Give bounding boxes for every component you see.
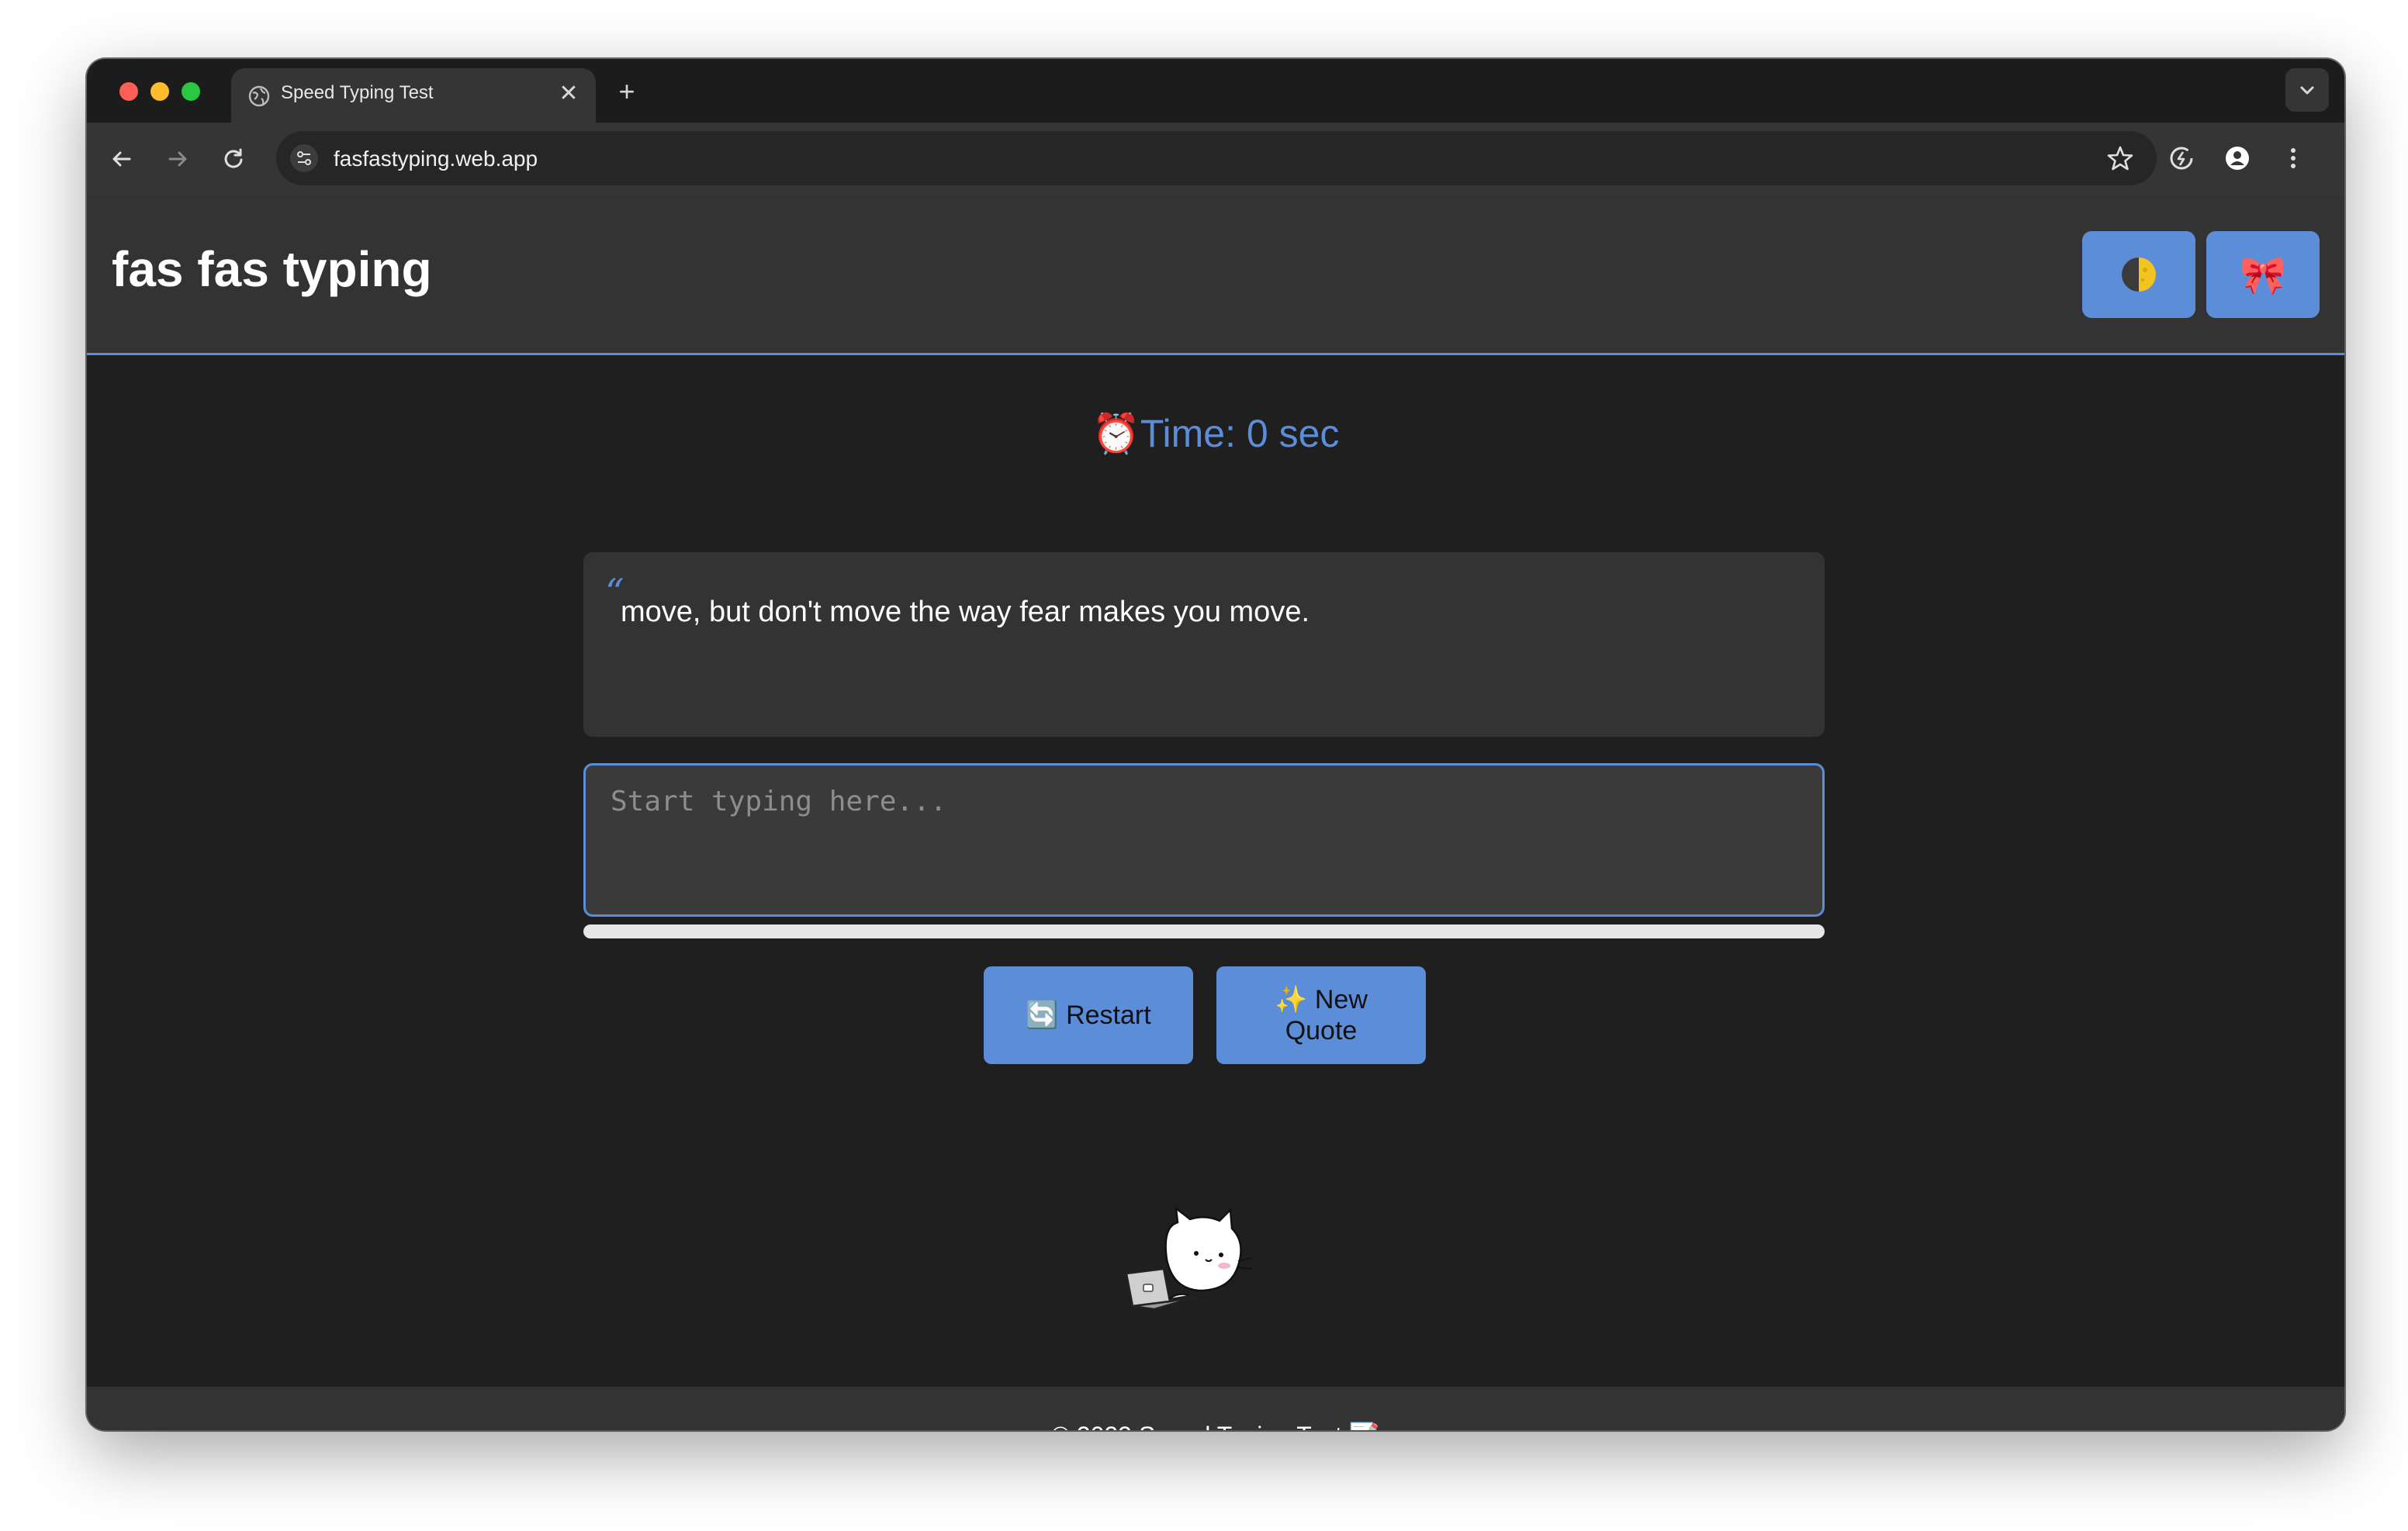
bookmark-star-icon[interactable] [2105,143,2135,173]
browser-tab[interactable]: Speed Typing Test ✕ [231,68,596,123]
site-header: fas fas typing 🎀 [87,195,2344,355]
quote-text: move, but don't move the way fear makes … [621,596,1310,628]
reload-icon[interactable] [217,143,250,175]
alarm-clock-icon: ⏰ [1092,412,1140,455]
timer-display: ⏰Time: 0 sec [87,411,2344,457]
footer-text: © 2023 Speed Typing Test 📝 [1051,1421,1379,1430]
tab-strip: Speed Typing Test ✕ + [87,59,2344,123]
quote-box: “ move, but don't move the way fear make… [583,552,1825,737]
page-content: fas fas typing 🎀 ⏰Time: 0 sec “ move, bu… [87,195,2344,1430]
chevron-down-icon [2300,86,2314,95]
new-quote-label-line1: ✨ New [1275,985,1368,1014]
ribbon-icon: 🎀 [2240,254,2286,296]
address-bar[interactable]: fasfastyping.web.app [276,131,2157,185]
kebab-menu-icon[interactable] [2276,141,2310,175]
restart-button[interactable]: 🔄 Restart [984,966,1193,1064]
new-quote-button[interactable]: ✨ New Quote [1216,966,1426,1064]
maximize-window-button[interactable] [182,82,200,101]
profile-icon[interactable] [2220,141,2254,175]
close-window-button[interactable] [119,82,138,101]
forward-arrow-icon[interactable] [161,143,194,175]
tune-icon [297,151,311,165]
tab-title: Speed Typing Test [281,82,434,103]
back-arrow-icon[interactable] [106,143,138,175]
timer-text: Time: 0 sec [1140,412,1340,455]
site-info-button[interactable] [290,144,318,172]
globe-icon [248,85,270,107]
new-quote-label-line2: Quote [1285,1016,1358,1045]
progress-bar [583,924,1825,938]
theme-toggle-button[interactable] [2082,231,2195,318]
performance-icon[interactable] [2164,141,2199,175]
restart-label: 🔄 Restart [1026,1001,1151,1030]
ribbon-button[interactable]: 🎀 [2206,231,2320,318]
url-text: fasfastyping.web.app [334,147,538,171]
tab-close-icon[interactable]: ✕ [555,81,582,107]
half-moon-icon [2122,257,2156,292]
browser-window: Speed Typing Test ✕ + fasfastyping.web.a… [87,59,2344,1430]
cat-with-laptop-illustration [1125,1206,1253,1311]
site-footer: © 2023 Speed Typing Test 📝 [87,1387,2344,1430]
minimize-window-button[interactable] [150,82,169,101]
tab-search-button[interactable] [2285,68,2329,112]
site-title: fas fas typing [112,241,432,297]
new-tab-button[interactable]: + [611,76,642,107]
browser-toolbar: fasfastyping.web.app [87,123,2344,197]
typing-input[interactable] [583,763,1825,917]
